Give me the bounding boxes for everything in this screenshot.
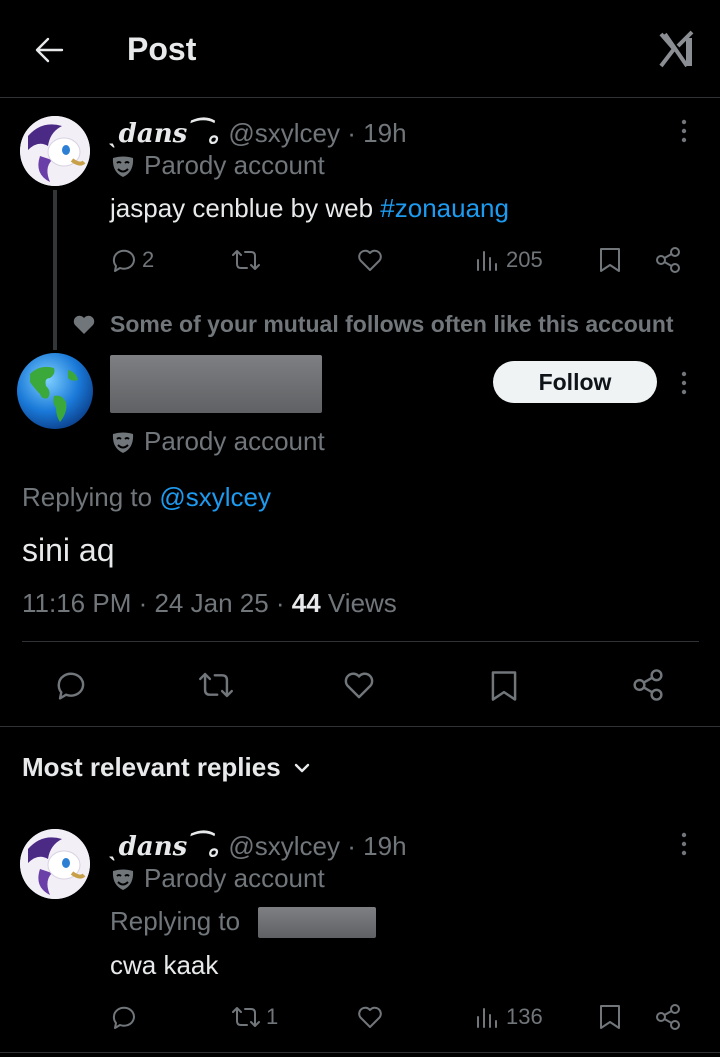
views-count[interactable]: 44 — [292, 588, 321, 618]
avatar[interactable] — [20, 829, 90, 899]
share-icon — [656, 247, 680, 273]
social-context: Some of your mutual follows often like t… — [72, 311, 674, 338]
handle[interactable]: @sxylcey — [228, 831, 340, 861]
share-icon — [633, 669, 663, 701]
share-button[interactable] — [654, 246, 682, 274]
post-text: cwa kaak — [110, 950, 219, 980]
replies-sort-dropdown[interactable]: Most relevant replies — [22, 752, 313, 783]
repost-icon — [232, 250, 260, 270]
display-name[interactable]: ˎdans⁀｡ — [110, 832, 221, 862]
parody-badge: Parody account — [110, 863, 325, 894]
hashtag-link[interactable]: #zonauang — [380, 193, 509, 223]
like-button[interactable] — [356, 246, 384, 274]
reply-button[interactable] — [53, 668, 89, 702]
mask-icon — [112, 432, 134, 453]
repost-button[interactable]: 1 — [230, 1003, 278, 1031]
repost-icon — [198, 672, 233, 698]
heart-icon — [73, 315, 95, 334]
arrow-left-icon — [35, 37, 64, 63]
timestamp[interactable]: · 19h — [347, 831, 406, 861]
bookmark-button[interactable] — [597, 246, 623, 274]
heart-icon — [344, 672, 374, 699]
post-header: ˎdans⁀｡ @sxylcey · 19h — [110, 113, 407, 150]
like-button[interactable] — [356, 1003, 384, 1031]
x-logo-icon[interactable] — [656, 28, 698, 70]
bookmark-icon — [600, 248, 620, 272]
analytics-icon — [477, 1008, 497, 1028]
page-title: Post — [127, 31, 197, 67]
share-button[interactable] — [654, 1003, 682, 1031]
chevron-down-icon — [294, 763, 309, 772]
more-options-icon[interactable] — [676, 370, 692, 396]
heart-icon — [358, 1006, 382, 1028]
share-icon — [656, 1004, 680, 1030]
more-options-icon[interactable] — [676, 831, 692, 857]
mask-icon — [112, 156, 134, 177]
replying-to: Replying to — [110, 906, 241, 936]
post-meta: 11:16 PM · 24 Jan 25 · 44 Views — [22, 588, 397, 618]
post-text: jaspay cenblue by web #zonauang — [110, 193, 509, 223]
reply-icon — [57, 672, 85, 700]
timestamp[interactable]: 11:16 PM · 24 Jan 25 · — [22, 588, 292, 618]
reply-button[interactable] — [110, 1003, 138, 1031]
post-text: sini aq — [22, 532, 115, 568]
reply-icon — [112, 249, 135, 272]
bookmark-icon — [491, 671, 517, 701]
like-button[interactable] — [341, 668, 377, 702]
redacted-name — [110, 355, 322, 413]
views-button[interactable]: 136 — [474, 1003, 543, 1031]
post-header: ˎdans⁀｡ @sxylcey · 19h — [110, 826, 407, 863]
thread-line — [53, 190, 57, 350]
heart-icon — [358, 249, 382, 271]
parody-badge: Parody account — [110, 150, 325, 181]
timestamp[interactable]: · 19h — [347, 118, 406, 148]
redacted-mention — [258, 907, 376, 938]
analytics-icon — [477, 251, 497, 271]
handle[interactable]: @sxylcey — [228, 118, 340, 148]
avatar[interactable] — [20, 116, 90, 186]
repost-button[interactable] — [230, 246, 262, 274]
reply-icon — [112, 1006, 135, 1029]
follow-button[interactable]: Follow — [493, 361, 657, 403]
views-button[interactable]: 205 — [474, 246, 543, 274]
mention-link[interactable]: @sxylcey — [159, 482, 271, 512]
more-options-icon[interactable] — [676, 118, 692, 144]
parody-badge: Parody account — [110, 426, 325, 457]
bookmark-button[interactable] — [488, 668, 520, 704]
bookmark-icon — [600, 1005, 620, 1029]
repost-icon — [232, 1007, 260, 1027]
share-button[interactable] — [630, 668, 666, 702]
avatar[interactable] — [16, 352, 94, 430]
reply-button[interactable]: 2 — [110, 246, 154, 274]
repost-button[interactable] — [196, 668, 236, 702]
globe-icon — [17, 353, 93, 429]
bookmark-button[interactable] — [597, 1003, 623, 1031]
replying-to: Replying to @sxylcey — [22, 482, 271, 512]
back-button[interactable] — [28, 28, 72, 72]
mask-icon — [112, 869, 134, 890]
display-name[interactable]: ˎdans⁀｡ — [110, 119, 221, 149]
